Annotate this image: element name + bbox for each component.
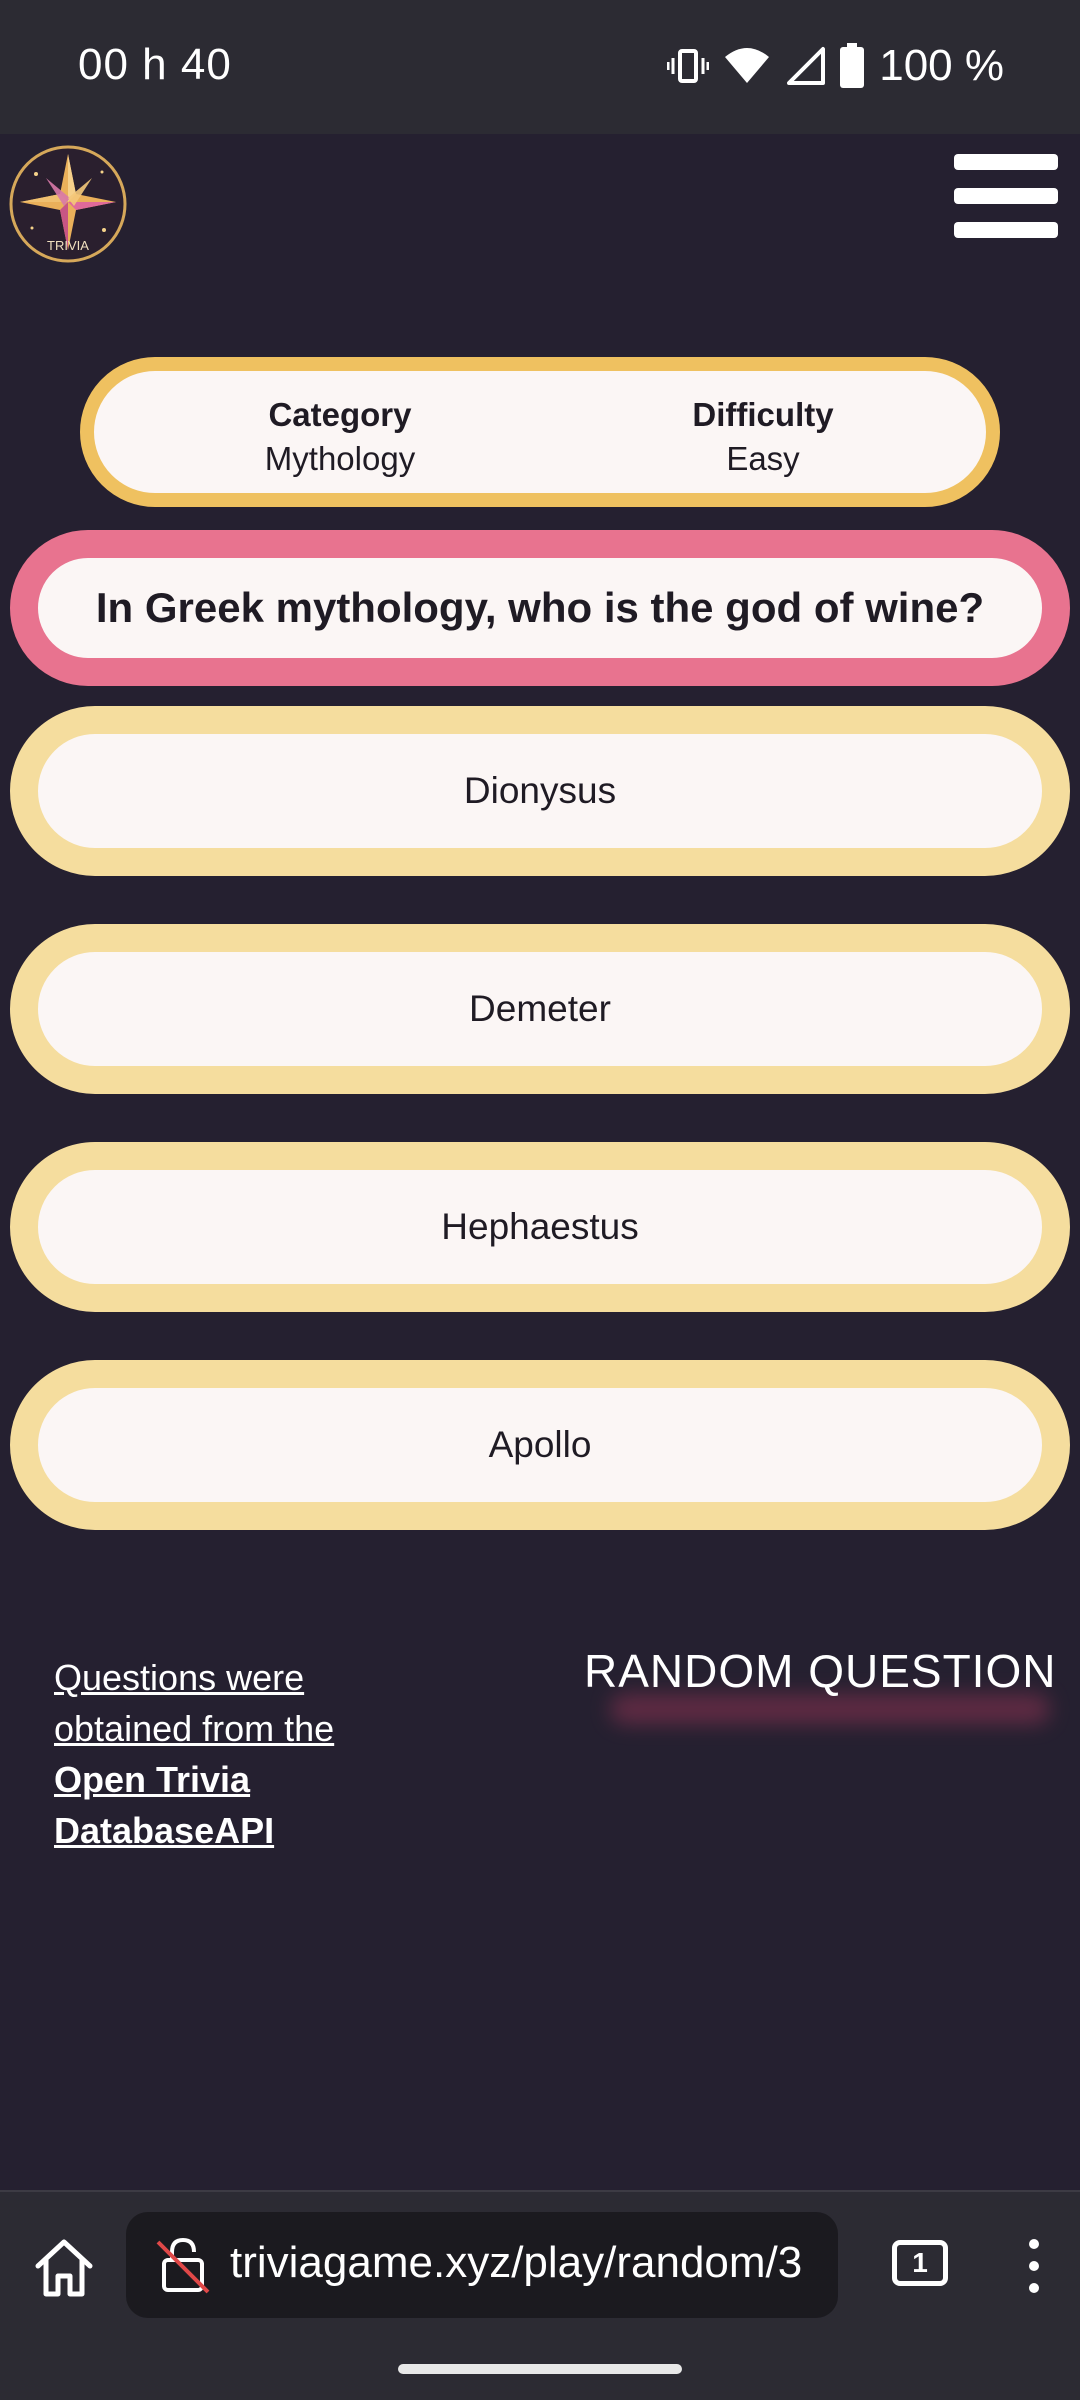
not-secure-lock-icon[interactable] bbox=[152, 2234, 214, 2296]
answer-button[interactable]: Dionysus bbox=[10, 706, 1070, 876]
url-text: triviagame.xyz/play/random/3 bbox=[230, 2238, 803, 2287]
battery-percent: 100 % bbox=[879, 41, 1004, 90]
difficulty-value: Easy bbox=[726, 440, 800, 477]
answer-label: Demeter bbox=[469, 988, 611, 1029]
tab-switcher-button[interactable]: 1 bbox=[892, 2240, 948, 2286]
credits-line-1: Questions were bbox=[54, 1657, 305, 1698]
random-button-glow bbox=[610, 1694, 1050, 1724]
vibrate-icon bbox=[667, 49, 710, 83]
screen: 00 h 40 100 % TRIVIA Category Mythology … bbox=[0, 0, 1080, 2400]
more-options-icon[interactable] bbox=[1014, 2234, 1054, 2298]
answer-button[interactable]: Apollo bbox=[10, 1360, 1070, 1530]
wifi-icon bbox=[725, 48, 770, 83]
answer-button[interactable]: Demeter bbox=[10, 924, 1070, 1094]
question-box: In Greek mythology, who is the god of wi… bbox=[10, 530, 1070, 686]
answer-label: Dionysus bbox=[463, 770, 617, 811]
answer-button[interactable]: Hephaestus bbox=[10, 1142, 1070, 1312]
address-bar[interactable]: triviagame.xyz/play/random/3 bbox=[126, 2212, 838, 2318]
hamburger-menu-icon[interactable] bbox=[954, 150, 1060, 242]
menu-bar bbox=[954, 222, 1058, 238]
difficulty-label: Difficulty bbox=[692, 396, 834, 433]
open-trivia-link-line-2: DatabaseAPI bbox=[54, 1810, 275, 1851]
credits-line-2: obtained from the bbox=[54, 1708, 335, 1749]
status-time: 00 h 40 bbox=[78, 40, 232, 89]
menu-bar bbox=[954, 154, 1058, 170]
category-label: Category bbox=[268, 396, 412, 433]
question-info-pill: Category Mythology Difficulty Easy bbox=[80, 357, 1000, 507]
menu-bar bbox=[954, 188, 1058, 204]
open-trivia-link-line-1: Open Trivia bbox=[54, 1759, 251, 1800]
logo-text: TRIVIA bbox=[47, 238, 89, 253]
category-block: Category Mythology bbox=[190, 393, 490, 481]
answer-label: Apollo bbox=[488, 1424, 592, 1465]
random-question-button[interactable]: RANDOM QUESTION bbox=[570, 1636, 1055, 1726]
credits-text: Questions were obtained from the Open Tr… bbox=[54, 1652, 434, 1856]
question-text: In Greek mythology, who is the god of wi… bbox=[95, 584, 985, 631]
status-bar: 00 h 40 100 % bbox=[0, 0, 1080, 134]
star-logo-icon: TRIVIA bbox=[9, 145, 127, 263]
home-icon[interactable] bbox=[30, 2234, 98, 2302]
battery-icon bbox=[840, 43, 865, 88]
difficulty-block: Difficulty Easy bbox=[613, 393, 913, 481]
signal-icon bbox=[787, 47, 826, 85]
trivia-logo[interactable]: TRIVIA bbox=[8, 144, 128, 264]
credits-link[interactable]: Questions were obtained from the Open Tr… bbox=[54, 1657, 334, 1851]
random-question-label: RANDOM QUESTION bbox=[584, 1645, 1057, 1697]
gesture-navigation-bar[interactable] bbox=[398, 2364, 682, 2374]
status-icons: 100 % bbox=[667, 38, 1004, 94]
answer-label: Hephaestus bbox=[441, 1206, 639, 1247]
category-value: Mythology bbox=[264, 440, 416, 477]
